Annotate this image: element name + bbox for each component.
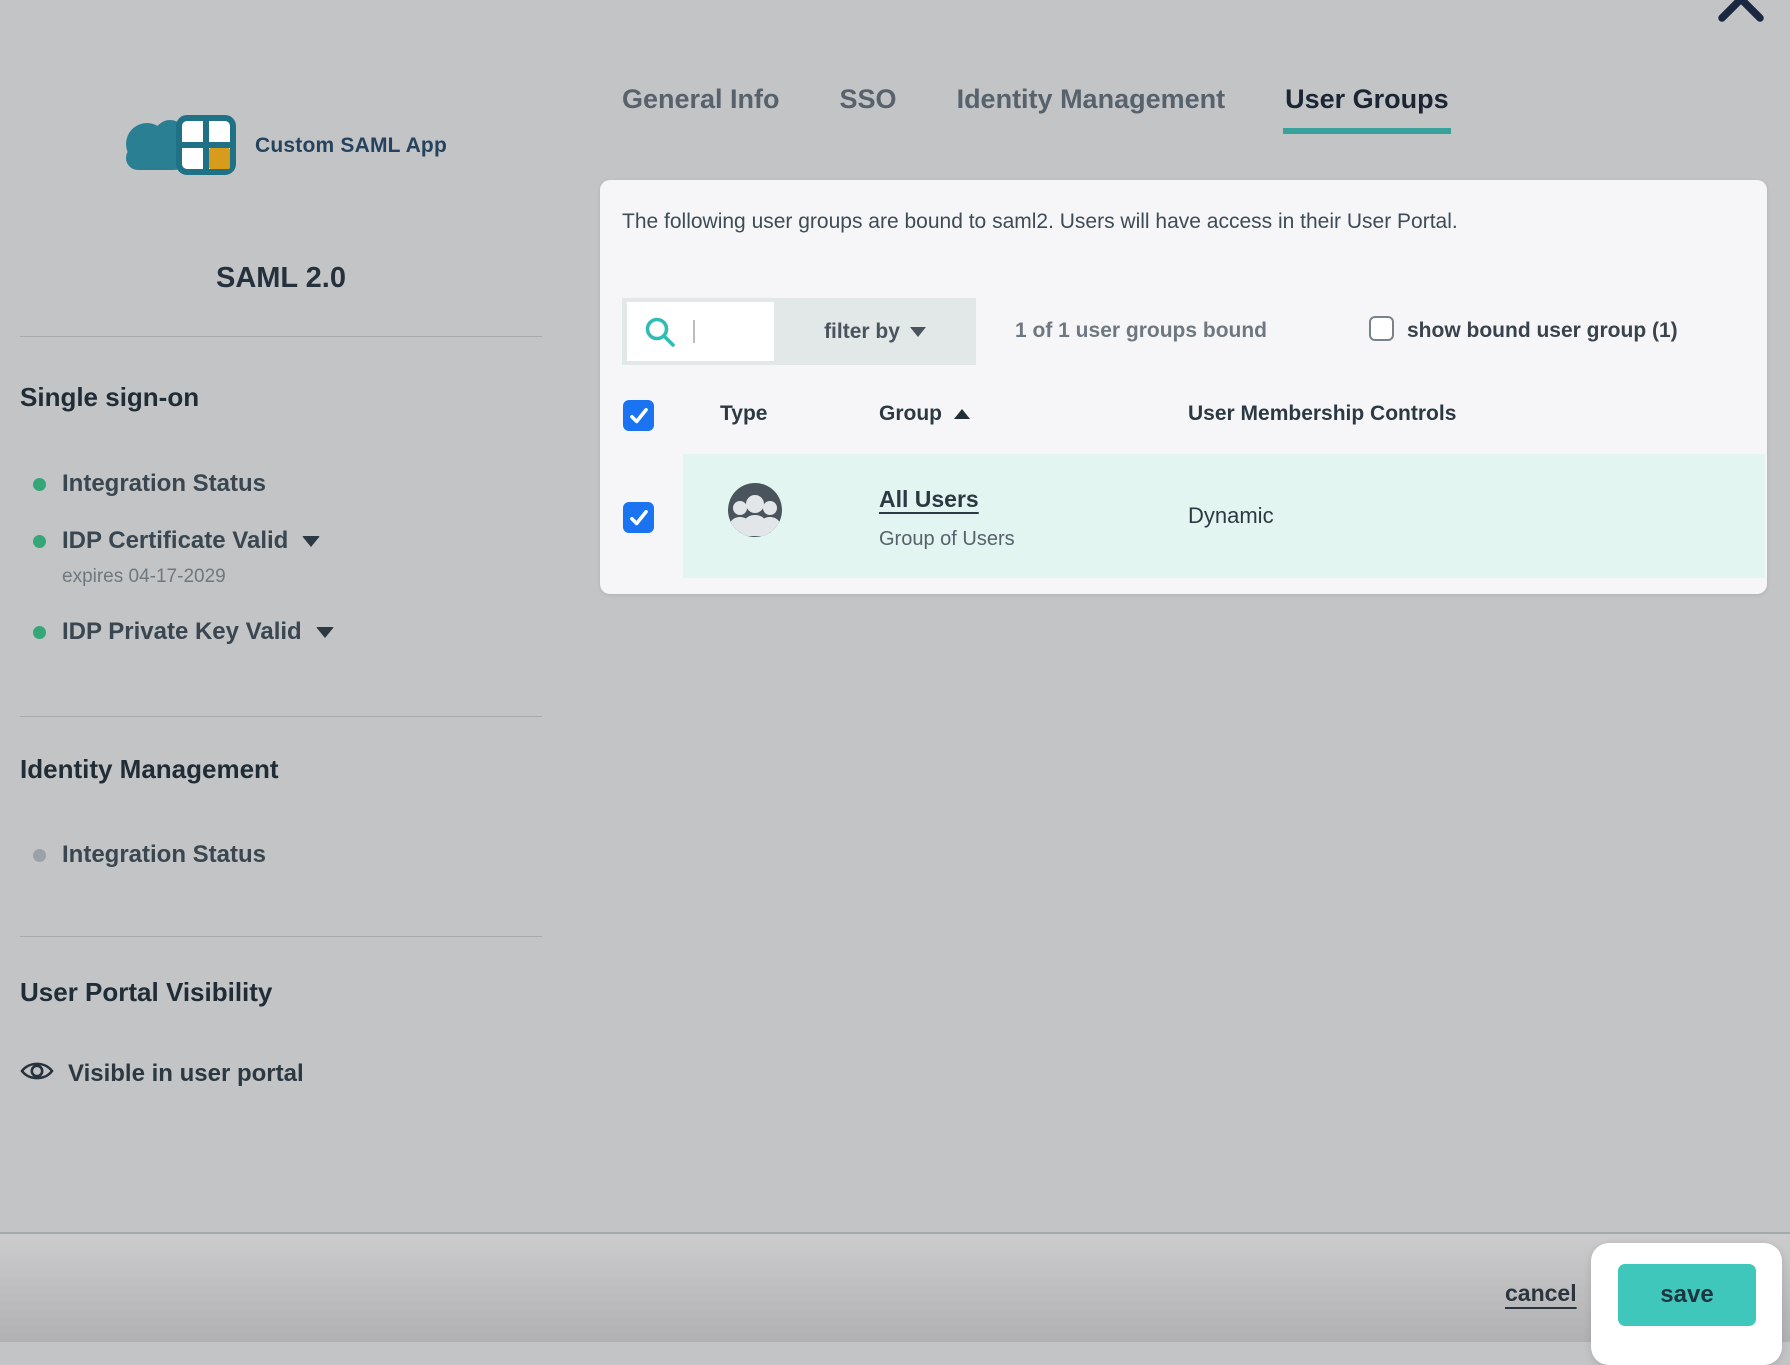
close-icon[interactable] [1712, 0, 1770, 28]
select-all-checkbox[interactable] [623, 400, 654, 431]
user-groups-panel: The following user groups are bound to s… [600, 180, 1767, 594]
membership-control-value: Dynamic [1188, 503, 1274, 529]
tab-sso[interactable]: SSO [840, 84, 897, 125]
search-icon [643, 315, 677, 349]
sidebar-divider [20, 336, 542, 337]
tab-general-info[interactable]: General Info [622, 84, 780, 125]
show-bound-checkbox[interactable] [1369, 316, 1394, 341]
sidebar: Custom SAML App SAML 2.0 Single sign-on … [20, 0, 542, 1232]
search-input[interactable] [627, 302, 774, 361]
section-title-user-portal-visibility: User Portal Visibility [20, 977, 272, 1008]
panel-description: The following user groups are bound to s… [622, 210, 1732, 234]
status-dot-green-icon [33, 478, 46, 491]
custom-saml-app-icon [115, 110, 243, 181]
cancel-button[interactable]: cancel [1505, 1280, 1577, 1307]
group-kind-label: Group of Users [879, 528, 1015, 551]
sidebar-divider [20, 716, 542, 717]
certificate-expiry-note: expires 04-17-2029 [62, 566, 226, 588]
status-dot-green-icon [33, 626, 46, 639]
checkmark-icon [628, 405, 650, 427]
column-header-type[interactable]: Type [720, 402, 767, 426]
sidebar-item-sso-integration-status: Integration Status [20, 470, 266, 498]
sidebar-divider [20, 936, 542, 937]
active-tab-underline [1283, 128, 1451, 134]
chevron-down-icon [316, 627, 334, 638]
save-button[interactable]: save [1618, 1264, 1756, 1326]
show-bound-label[interactable]: show bound user group (1) [1407, 317, 1678, 345]
chevron-down-icon [302, 536, 320, 547]
bound-count-text: 1 of 1 user groups bound [1015, 317, 1267, 345]
group-name-link[interactable]: All Users [879, 486, 979, 513]
status-dot-gray-icon [33, 849, 46, 862]
filter-bar: filter by [622, 298, 976, 365]
tab-user-groups[interactable]: User Groups [1285, 84, 1449, 125]
save-button-panel: save [1591, 1243, 1782, 1365]
app-logo: Custom SAML App [20, 110, 542, 181]
tab-identity-management[interactable]: Identity Management [957, 84, 1226, 125]
eye-icon [20, 1058, 54, 1089]
sidebar-item-idm-integration-status: Integration Status [20, 841, 266, 869]
app-logo-label: Custom SAML App [255, 134, 447, 158]
chevron-down-icon [910, 327, 926, 337]
section-title-sso: Single sign-on [20, 382, 199, 413]
checkmark-icon [628, 507, 650, 529]
section-title-identity-management: Identity Management [20, 754, 279, 785]
sidebar-item-idp-certificate[interactable]: IDP Certificate Valid [20, 527, 320, 555]
status-dot-green-icon [33, 535, 46, 548]
tab-bar: General Info SSO Identity Management Use… [622, 84, 1449, 125]
visible-in-user-portal: Visible in user portal [20, 1058, 304, 1089]
column-header-group[interactable]: Group [879, 402, 970, 426]
sidebar-item-idp-private-key[interactable]: IDP Private Key Valid [20, 618, 334, 646]
protocol-title: SAML 2.0 [20, 262, 542, 295]
column-header-user-membership-controls[interactable]: User Membership Controls [1188, 402, 1456, 426]
row-checkbox[interactable] [623, 502, 654, 533]
user-group-avatar-icon [725, 480, 785, 540]
sort-ascending-icon [954, 409, 970, 419]
text-cursor [693, 320, 695, 343]
filter-by-dropdown[interactable]: filter by [774, 298, 976, 365]
